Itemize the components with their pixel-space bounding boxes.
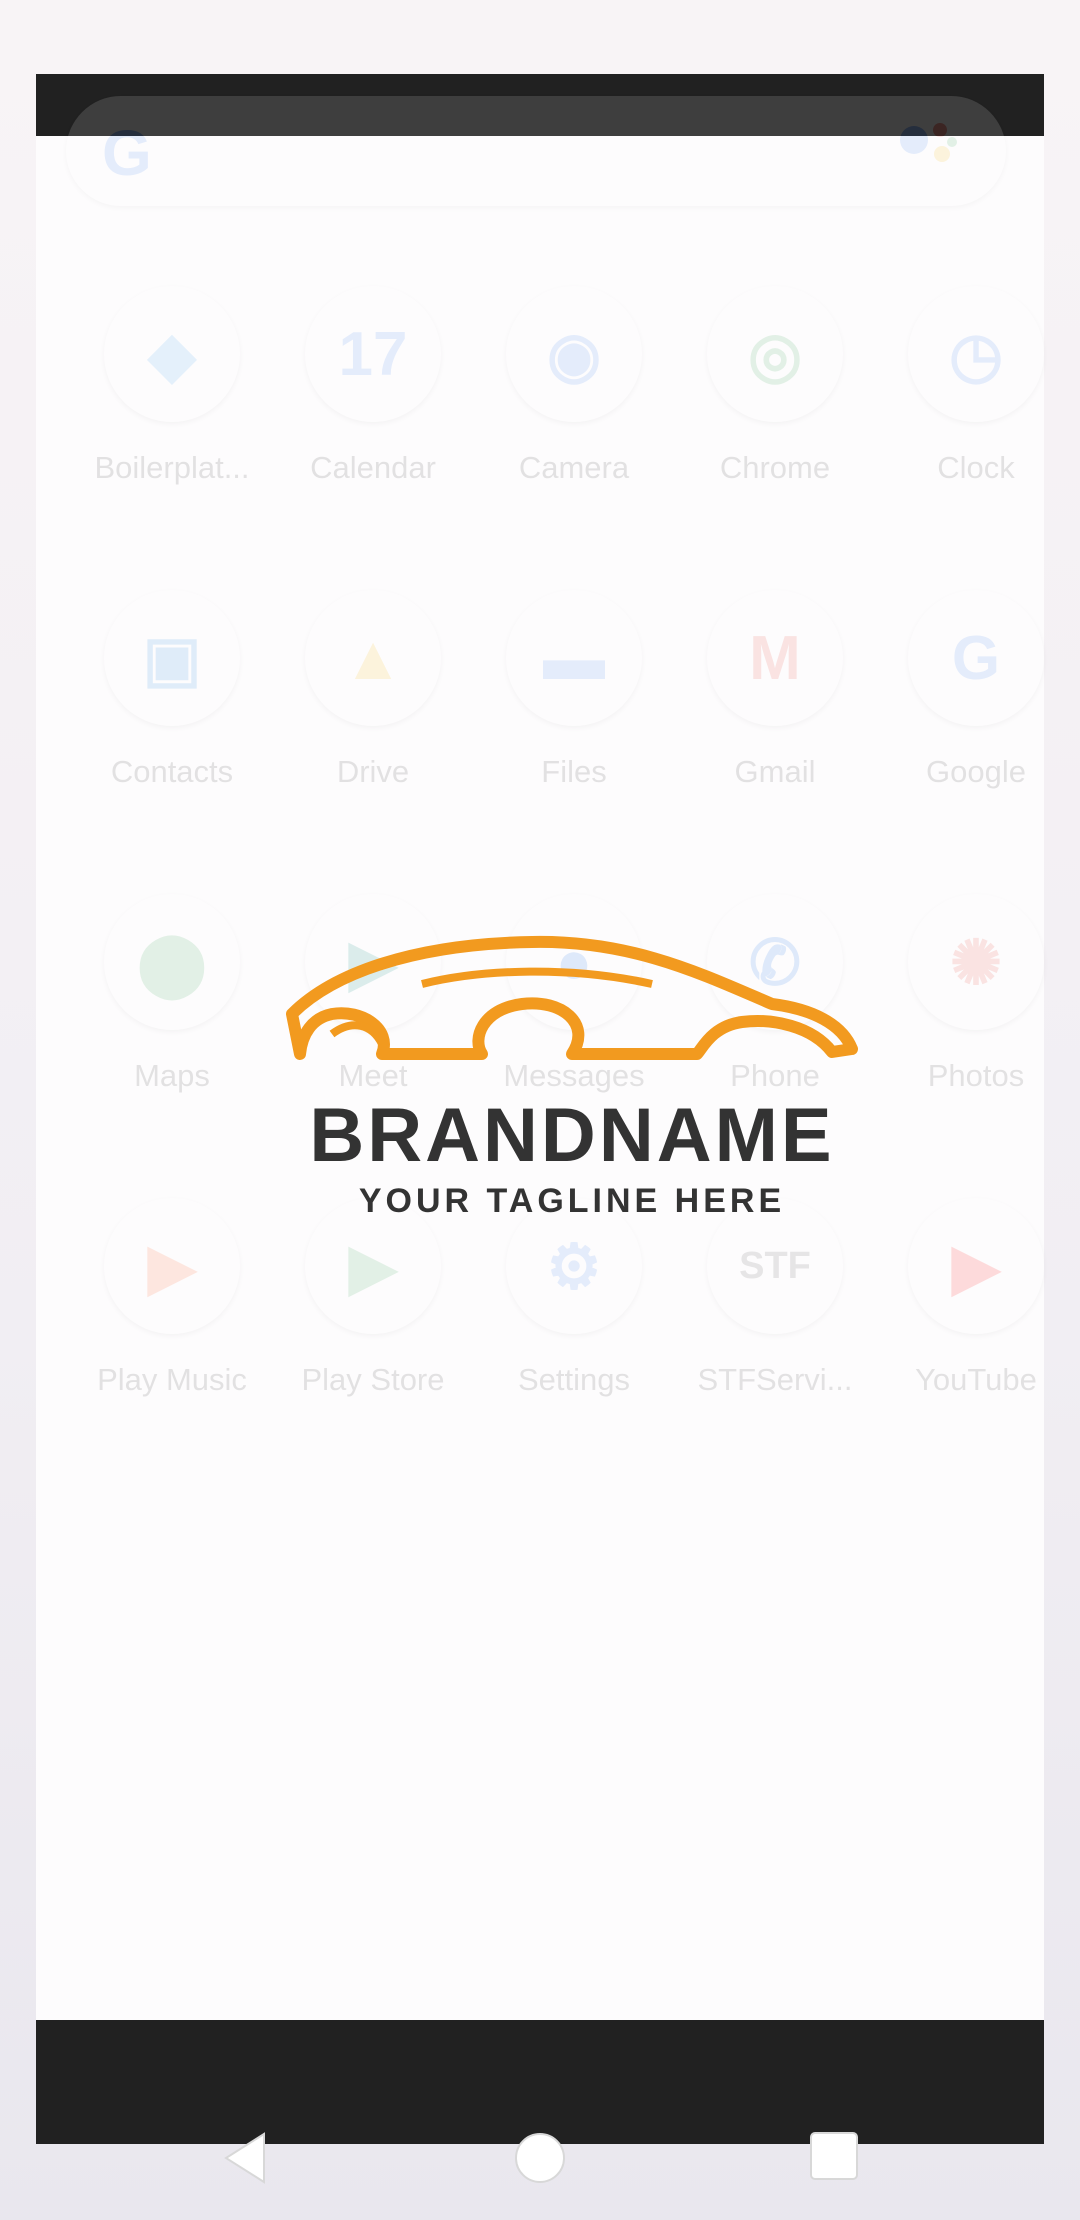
app-label: Calendar	[310, 450, 436, 485]
app-shortcut[interactable]: M Gmail	[675, 590, 875, 790]
app-label: Clock	[937, 450, 1015, 485]
gmail-icon: M	[707, 590, 843, 726]
car-logo-icon	[286, 935, 858, 1060]
calendar-icon: 17	[305, 286, 441, 422]
app-shortcut[interactable]: ◆ Boilerplat...	[72, 286, 272, 486]
contacts-icon: ▣	[104, 590, 240, 726]
app-bottom-bar	[36, 2020, 1044, 2144]
app-label: Files	[541, 754, 607, 789]
app-label: YouTube	[915, 1362, 1037, 1397]
app-label: Maps	[134, 1058, 210, 1093]
app-shortcut[interactable]: ▶ Play Music	[72, 1198, 272, 1398]
app-shortcut[interactable]: 17 Calendar	[273, 286, 473, 486]
play-music-icon: ▶	[104, 1198, 240, 1334]
app-shortcut[interactable]: ◷ Clock	[876, 286, 1076, 486]
clock-icon: ◷	[908, 286, 1044, 422]
app-shortcut[interactable]: ▲ Drive	[273, 590, 473, 790]
app-shortcut[interactable]: ◉ Camera	[474, 286, 674, 486]
app-label: Play Music	[97, 1362, 247, 1397]
app-shortcut[interactable]: ◎ Chrome	[675, 286, 875, 486]
brand-tagline: YOUR TAGLINE HERE	[358, 1182, 786, 1220]
maps-icon: ⬤	[104, 894, 240, 1030]
google-logo-icon: G	[102, 117, 152, 189]
status-bar	[0, 0, 1080, 60]
flutter-icon: ◆	[104, 286, 240, 422]
app-window: G ◆ Boilerplat... 17 Calendar ◉ Camera ◎ Chrome…	[36, 74, 1044, 2144]
recents-icon[interactable]	[808, 2130, 860, 2182]
app-label: Settings	[517, 1362, 630, 1397]
assistant-icon	[900, 123, 957, 162]
app-shortcut[interactable]: ▶ YouTube	[876, 1198, 1076, 1398]
photos-icon: ✺	[908, 894, 1044, 1030]
app-shortcut[interactable]: ✺ Photos	[876, 894, 1076, 1094]
brand-logo: BRANDNAME YOUR TAGLINE HERE	[272, 914, 872, 1244]
app-shortcut[interactable]: ▣ Contacts	[72, 590, 272, 790]
youtube-icon: ▶	[908, 1198, 1044, 1334]
back-icon[interactable]	[220, 2130, 270, 2186]
app-shortcut[interactable]: G Google	[876, 590, 1076, 790]
google-search-bar: G	[66, 96, 1006, 206]
app-label: Google	[926, 754, 1026, 789]
home-icon[interactable]	[512, 2130, 568, 2186]
app-label: Play Store	[301, 1362, 445, 1397]
app-label: Boilerplat...	[94, 450, 250, 485]
chrome-icon: ◎	[707, 286, 843, 422]
app-label: Gmail	[734, 754, 816, 789]
app-label: Drive	[336, 754, 410, 789]
app-label: Contacts	[110, 754, 234, 789]
files-icon: ▬	[506, 590, 642, 726]
camera-icon: ◉	[506, 286, 642, 422]
app-label: Photos	[927, 1058, 1025, 1093]
app-shortcut[interactable]: ▬ Files	[474, 590, 674, 790]
google-icon: G	[908, 590, 1044, 726]
app-label: Camera	[518, 450, 630, 485]
drive-icon: ▲	[305, 590, 441, 726]
app-shortcut[interactable]: ⬤ Maps	[72, 894, 272, 1094]
app-label: STFServi...	[697, 1362, 853, 1397]
app-label: Chrome	[719, 450, 831, 485]
brand-name: BRANDNAME	[309, 1093, 835, 1178]
